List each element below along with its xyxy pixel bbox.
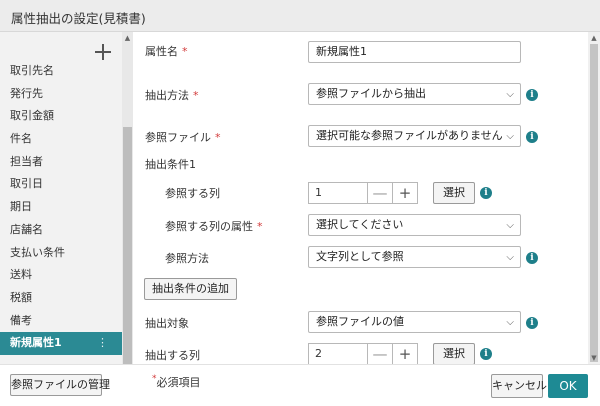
info-icon[interactable]: i — [526, 89, 538, 101]
ref-file-select[interactable]: 選択可能な参照ファイルがありません ⌵ — [308, 125, 521, 147]
required-legend: *必須項目 — [152, 374, 201, 390]
condition-heading: 抽出条件1 — [145, 158, 196, 171]
dialog-title: 属性抽出の設定(見積書) — [11, 11, 146, 26]
sidebar-item[interactable]: 期日 — [0, 196, 122, 219]
required-asterisk: * — [193, 89, 199, 102]
extract-target-label: 抽出対象 — [145, 317, 189, 330]
extract-method-label: 抽出方法 * — [145, 87, 199, 103]
chevron-down-icon: ⌵ — [506, 131, 514, 142]
kebab-menu-icon[interactable]: ⋮ — [97, 332, 108, 355]
extract-column-label: 抽出する列 — [145, 349, 200, 362]
extract-method-label-text: 抽出方法 — [145, 89, 189, 102]
info-icon[interactable]: i — [526, 317, 538, 329]
sidebar-item[interactable]: 発行先 — [0, 83, 122, 106]
sidebar-item[interactable]: 税額 — [0, 287, 122, 310]
dialog-titlebar: 属性抽出の設定(見積書) — [0, 0, 600, 32]
form-scrollbar[interactable]: ▲ ▼ — [588, 32, 600, 364]
sidebar-scroll-thumb[interactable] — [123, 127, 132, 364]
form-scroll-thumb[interactable] — [590, 44, 598, 362]
ref-column-attr-label: 参照する列の属性 * — [165, 218, 263, 234]
form-panel: 属性名 * 新規属性1 抽出方法 * 参照ファイルから抽出 ⌵ i 参照ファイル * … — [133, 32, 588, 364]
required-asterisk: * — [257, 220, 263, 233]
ref-method-value: 文字列として参照 — [316, 250, 404, 263]
extract-column-stepper[interactable]: 2 — + — [308, 343, 419, 364]
attribute-list: 取引先名 発行先 取引金額 件名 担当者 取引日 期日 店舗名 支払い条件 送料… — [0, 60, 122, 355]
chevron-down-icon: ⌵ — [506, 89, 514, 100]
add-attribute-button[interactable] — [94, 43, 112, 61]
add-condition-button[interactable]: 抽出条件の追加 — [144, 278, 237, 300]
ref-column-attr-value: 選択してください — [316, 218, 404, 231]
scroll-up-arrow-icon[interactable]: ▲ — [122, 33, 133, 43]
plus-icon[interactable]: + — [392, 182, 418, 204]
cancel-button[interactable]: キャンセル — [491, 374, 547, 398]
attr-name-label: 属性名 * — [145, 43, 188, 59]
sidebar-item[interactable]: 担当者 — [0, 151, 122, 174]
required-asterisk: * — [215, 131, 221, 144]
sidebar-item[interactable]: 取引先名 — [0, 60, 122, 83]
attr-name-input[interactable]: 新規属性1 — [308, 41, 521, 63]
ref-method-label: 参照方法 — [165, 252, 209, 265]
ref-file-value: 選択可能な参照ファイルがありません — [316, 129, 503, 142]
ref-file-label-text: 参照ファイル — [145, 131, 211, 144]
dialog-footer: 参照ファイルの管理 *必須項目 キャンセル OK — [0, 364, 600, 406]
info-icon[interactable]: i — [480, 187, 492, 199]
minus-icon[interactable]: — — [367, 182, 393, 204]
scroll-up-arrow-icon[interactable]: ▲ — [588, 33, 600, 43]
sidebar-scrollbar[interactable]: ▲ — [122, 32, 133, 364]
sidebar-item[interactable]: 取引金額 — [0, 105, 122, 128]
sidebar-item[interactable]: 店舗名 — [0, 219, 122, 242]
sidebar-item[interactable]: 件名 — [0, 128, 122, 151]
extract-column-select-button[interactable]: 選択 — [433, 343, 475, 364]
extract-method-value: 参照ファイルから抽出 — [316, 87, 426, 100]
sidebar-item-active[interactable]: 新規属性1 ⋮ — [0, 332, 122, 355]
info-icon[interactable]: i — [480, 348, 492, 360]
ref-column-attr-select[interactable]: 選択してください ⌵ — [308, 214, 521, 236]
scroll-down-arrow-icon[interactable]: ▼ — [588, 353, 600, 363]
chevron-down-icon: ⌵ — [506, 317, 514, 328]
extract-target-value: 参照ファイルの値 — [316, 315, 404, 328]
ref-column-stepper[interactable]: 1 — + — [308, 182, 419, 204]
minus-icon[interactable]: — — [367, 343, 393, 364]
extract-target-select[interactable]: 参照ファイルの値 ⌵ — [308, 311, 521, 333]
plus-icon[interactable]: + — [392, 343, 418, 364]
attr-name-label-text: 属性名 — [145, 45, 178, 58]
chevron-down-icon: ⌵ — [506, 252, 514, 263]
ref-column-attr-label-text: 参照する列の属性 — [165, 220, 253, 233]
info-icon[interactable]: i — [526, 252, 538, 264]
required-asterisk: * — [182, 45, 188, 58]
ref-column-label: 参照する列 — [165, 187, 220, 200]
extract-column-value[interactable]: 2 — [308, 343, 368, 364]
attribute-sidebar: 取引先名 発行先 取引金額 件名 担当者 取引日 期日 店舗名 支払い条件 送料… — [0, 32, 122, 364]
ok-button[interactable]: OK — [548, 374, 588, 398]
sidebar-item[interactable]: 支払い条件 — [0, 242, 122, 265]
ref-column-select-button[interactable]: 選択 — [433, 182, 475, 204]
sidebar-item-label: 新規属性1 — [10, 336, 62, 350]
info-icon[interactable]: i — [526, 131, 538, 143]
sidebar-item[interactable]: 送料 — [0, 264, 122, 287]
sidebar-item[interactable]: 備考 — [0, 310, 122, 333]
ref-file-label: 参照ファイル * — [145, 129, 221, 145]
required-note-text: 必須項目 — [156, 376, 201, 389]
manage-ref-files-button[interactable]: 参照ファイルの管理 — [10, 374, 110, 396]
sidebar-item[interactable]: 取引日 — [0, 173, 122, 196]
extract-method-select[interactable]: 参照ファイルから抽出 ⌵ — [308, 83, 521, 105]
ref-method-select[interactable]: 文字列として参照 ⌵ — [308, 246, 521, 268]
chevron-down-icon: ⌵ — [506, 220, 514, 231]
ref-column-value[interactable]: 1 — [308, 182, 368, 204]
